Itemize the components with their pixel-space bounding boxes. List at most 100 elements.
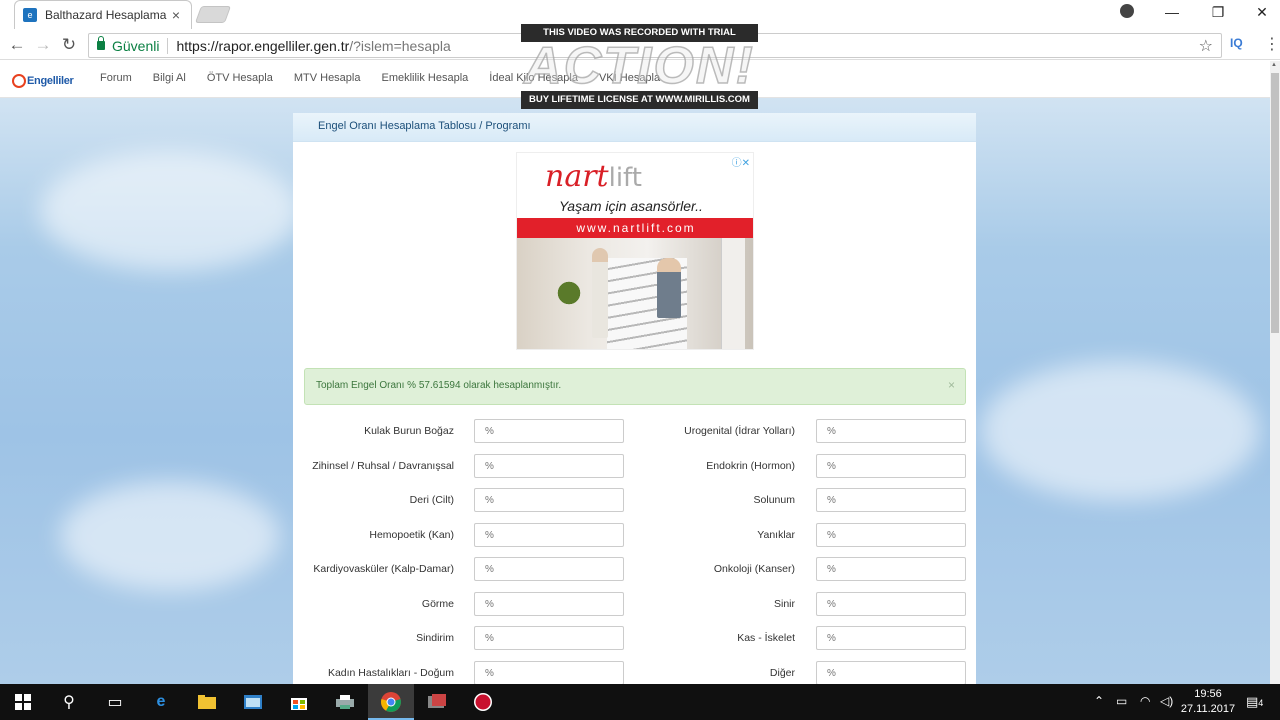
watermark-logo: ACTION!	[523, 37, 755, 95]
result-message: Toplam Engel Oranı % 57.61594 olarak hes…	[316, 380, 562, 391]
field-label: Kardiyovasküler (Kalp-Damar)	[313, 563, 454, 575]
cloud-decoration	[980, 361, 1260, 501]
ad-plant-image	[557, 268, 581, 318]
advertisement[interactable]: ⓘ✕ nartlift Yaşam için asansörler.. www.…	[516, 152, 754, 350]
nav-link-bilgi-al[interactable]: Bilgi Al	[153, 72, 186, 84]
new-tab-button[interactable]	[194, 6, 232, 23]
logo-text: Engelliler	[27, 75, 74, 87]
kardiyovaskuler-input[interactable]	[474, 557, 624, 581]
endokrin-input[interactable]	[816, 454, 966, 478]
field-label: Görme	[421, 598, 454, 610]
file-explorer-icon[interactable]	[195, 690, 219, 714]
edge-browser-icon[interactable]: e	[149, 690, 173, 714]
site-favicon-icon: e	[23, 8, 37, 22]
onkoloji-input[interactable]	[816, 557, 966, 581]
browser-tab[interactable]: e Balthazard Hesaplama Pr ×	[14, 0, 192, 29]
search-icon[interactable]: ⚲	[57, 690, 81, 714]
secure-label: Güvenli	[112, 37, 160, 54]
printer-app-icon[interactable]	[333, 690, 357, 714]
extension-iq-icon[interactable]: IQ	[1230, 36, 1243, 50]
windows-taskbar: ⚲ ▭ e ⌃ ▭ ◠ ◁) 19:56 27.11.2017 ▤4	[0, 684, 1280, 720]
diger-input[interactable]	[816, 661, 966, 684]
tray-clock[interactable]: 19:56 27.11.2017	[1180, 687, 1236, 717]
kas-iskelet-input[interactable]	[816, 626, 966, 650]
restore-button[interactable]: ❐	[1196, 0, 1240, 24]
tray-wifi-icon[interactable]: ◠	[1140, 694, 1150, 708]
urogenital-input[interactable]	[816, 419, 966, 443]
yaniklar-input[interactable]	[816, 523, 966, 547]
media-app-icon[interactable]	[425, 690, 449, 714]
forward-arrow-icon[interactable]: →	[32, 34, 54, 56]
field-label: Diğer	[769, 667, 795, 679]
ad-brand-logo: nartlift	[545, 159, 642, 194]
back-arrow-icon[interactable]: ←	[6, 34, 28, 56]
cloud-decoration	[40, 151, 300, 271]
cloud-decoration	[60, 481, 280, 591]
tray-chevron-up-icon[interactable]: ⌃	[1094, 694, 1104, 708]
field-label: Kas - İskelet	[737, 632, 795, 644]
nav-link-forum[interactable]: Forum	[100, 72, 132, 84]
chrome-icon[interactable]	[379, 690, 403, 714]
windows-start-icon[interactable]	[11, 690, 35, 714]
action-center-icon[interactable]: ▤4	[1246, 694, 1263, 710]
field-label: Kadın Hastalıkları - Doğum	[327, 667, 454, 679]
nav-link-emeklilik-hesapla[interactable]: Emeklilik Hesapla	[381, 72, 468, 84]
ad-brand: nart	[545, 159, 609, 194]
ad-close-icon[interactable]: ⓘ✕	[732, 154, 750, 169]
field-label: Sinir	[773, 598, 795, 610]
field-label: Onkoloji (Kanser)	[713, 563, 795, 575]
scrollbar-thumb[interactable]	[1271, 73, 1279, 333]
tab-close-icon[interactable]: ×	[169, 7, 183, 23]
ad-person-standing-image	[592, 248, 608, 338]
site-logo[interactable]: Engelliler	[12, 70, 78, 92]
tray-volume-icon[interactable]: ◁)	[1160, 694, 1173, 708]
ad-person-seated-image	[657, 258, 681, 318]
solunum-input[interactable]	[816, 488, 966, 512]
field-label: Kulak Burun Boğaz	[364, 425, 454, 437]
sindirim-input[interactable]	[474, 626, 624, 650]
logo-mark-icon	[12, 74, 26, 88]
kulak-burun-bogaz-input[interactable]	[474, 419, 624, 443]
page-scrollbar[interactable]: ▲	[1270, 61, 1280, 684]
reload-icon[interactable]: ↻	[58, 34, 80, 56]
scroll-up-arrow-icon[interactable]: ▲	[1271, 62, 1277, 68]
ad-url: www.nartlift.com	[517, 218, 753, 238]
gorme-input[interactable]	[474, 592, 624, 616]
field-label: Zihinsel / Ruhsal / Davranışsal	[312, 460, 454, 472]
field-label: Endokrin (Hormon)	[706, 460, 795, 472]
bookmark-star-icon[interactable]: ☆	[1199, 36, 1213, 56]
url-host: https://rapor.engelliler.gen.tr	[176, 37, 350, 54]
calculator-panel: Engel Oranı Hesaplama Tablosu / Programı…	[293, 113, 976, 684]
panel-title: Engel Oranı Hesaplama Tablosu / Programı	[293, 113, 976, 142]
url-separator	[167, 37, 169, 54]
tray-date: 27.11.2017	[1180, 703, 1236, 715]
field-label: Deri (Cilt)	[409, 494, 454, 506]
profile-icon[interactable]	[1120, 4, 1134, 18]
record-app-icon[interactable]	[471, 690, 495, 714]
alert-close-icon[interactable]: ×	[948, 378, 955, 392]
close-window-button[interactable]: ✕	[1240, 0, 1280, 24]
ad-slogan: Yaşam için asansörler..	[559, 198, 703, 214]
ad-brand-suffix: lift	[608, 163, 642, 193]
lock-icon	[97, 36, 105, 50]
kadin-hastaliklari-input[interactable]	[474, 661, 624, 684]
tray-battery-icon[interactable]: ▭	[1116, 694, 1127, 708]
field-label: Urogenital (İdrar Yolları)	[684, 425, 795, 437]
notification-count: 4	[1258, 698, 1264, 708]
zihinsel-input[interactable]	[474, 454, 624, 478]
deri-input[interactable]	[474, 488, 624, 512]
sinir-input[interactable]	[816, 592, 966, 616]
watermark-bottom-banner: BUY LIFETIME LICENSE AT WWW.MIRILLIS.COM	[521, 91, 758, 109]
chrome-menu-icon[interactable]: ⋮	[1264, 34, 1280, 54]
ad-door-image	[721, 238, 745, 349]
tray-time: 19:56	[1194, 688, 1222, 700]
store-icon[interactable]	[287, 690, 311, 714]
app-window-icon[interactable]	[241, 690, 265, 714]
task-view-icon[interactable]: ▭	[103, 690, 127, 714]
field-label: Yanıklar	[757, 529, 795, 541]
hemopoetik-input[interactable]	[474, 523, 624, 547]
nav-link-otv-hesapla[interactable]: ÖTV Hesapla	[207, 72, 273, 84]
page-viewport: Engelliler Forum Bilgi Al ÖTV Hesapla MT…	[0, 61, 1270, 684]
minimize-button[interactable]: —	[1150, 0, 1194, 24]
nav-link-mtv-hesapla[interactable]: MTV Hesapla	[294, 72, 361, 84]
